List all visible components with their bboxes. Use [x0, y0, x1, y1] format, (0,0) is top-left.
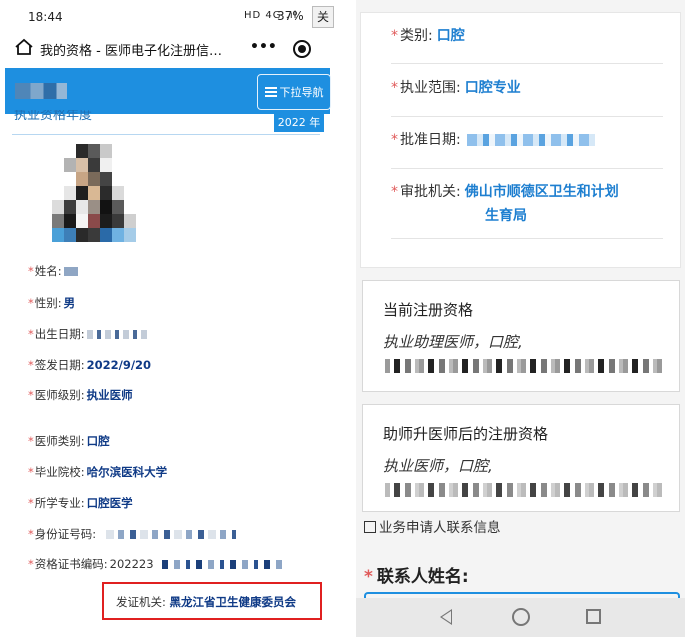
qualification-card: 执业资格年度 2022 年 *姓名: *性别: 男 *出生日期: *签发日期: … — [8, 110, 326, 634]
section-heading: 业务申请人联系信息 — [379, 520, 501, 536]
field-major: *所学专业: 口腔医学 — [28, 496, 133, 510]
field-doctor-level: *医师级别: 执业医师 — [28, 388, 133, 402]
field-certificate-code: *资格证书编码: 202223 — [28, 555, 284, 573]
edit-icon — [364, 521, 376, 533]
home-icon[interactable] — [14, 38, 34, 56]
registration-detail-card: * 类别: 口腔 * 执业范围: 口腔专业 * 批准日期: * 审批机关: 佛山市顺德区卫生和… — [360, 12, 681, 268]
system-navigation-bar — [356, 598, 685, 637]
browser-title-bar: 我的资格 - 医师电子化注册信… ••• — [0, 34, 338, 66]
panel-title: 当前注册资格 — [383, 301, 474, 319]
field-value: 2022/9/20 — [86, 358, 152, 372]
dropdown-nav-label: 下拉导航 — [279, 86, 324, 99]
tab-label: 执业资格年度 — [14, 110, 93, 122]
issuer-field: 发证机关: 黑龙江省卫生健康委员会 — [116, 594, 296, 610]
field-value: 哈尔滨医科大学 — [86, 465, 168, 479]
field-value: 口腔医学 — [86, 496, 133, 510]
field-label: 签发日期: — [34, 358, 85, 372]
issuer-value: 黑龙江省卫生健康委员会 — [169, 595, 297, 609]
row-approval-authority: * 审批机关: 佛山市顺德区卫生和计划 — [391, 184, 619, 200]
home-circle-icon[interactable] — [512, 608, 530, 626]
contact-name-label: * 联系人姓名: — [364, 567, 469, 587]
field-label: 所学专业: — [34, 496, 85, 510]
row-divider — [391, 238, 663, 239]
row-value: 佛山市顺德区卫生和计划 — [464, 184, 619, 200]
field-value: 口腔 — [86, 434, 110, 448]
page-title: 我的资格 - 医师电子化注册信… — [40, 44, 222, 59]
panel-value: 执业医师，口腔, — [383, 457, 493, 475]
field-birthdate: *出生日期: — [28, 325, 147, 343]
row-value: 口腔专业 — [464, 80, 521, 96]
field-label: 姓名: — [34, 264, 62, 278]
recent-apps-icon[interactable] — [586, 609, 601, 624]
field-school: *毕业院校: 哈尔滨医科大学 — [28, 465, 168, 479]
row-value-cont: 生育局 — [485, 208, 527, 224]
field-value: 男 — [63, 296, 76, 310]
back-icon[interactable] — [440, 609, 452, 625]
upgraded-registration-panel: 助师升医师后的注册资格 执业医师，口腔, — [362, 404, 680, 512]
tab-divider — [12, 134, 320, 135]
field-label: 医师级别: — [34, 388, 85, 402]
status-bar: 18:44 HD 4G .ıl 37% 关 — [0, 0, 338, 34]
avatar — [38, 144, 146, 252]
site-header: 下拉导航 — [5, 68, 331, 114]
field-label: 性别: — [34, 296, 62, 310]
issuer-label: 发证机关: — [116, 595, 166, 609]
dropdown-nav-button[interactable]: 下拉导航 — [257, 74, 331, 110]
contact-label-text: 联系人姓名: — [376, 567, 469, 587]
hamburger-icon — [264, 87, 277, 97]
field-name: *姓名: — [28, 262, 78, 280]
row-divider — [391, 116, 663, 117]
row-scope: * 执业范围: 口腔专业 — [391, 80, 521, 96]
redacted-value — [385, 359, 665, 373]
left-phone-screen: 18:44 HD 4G .ıl 37% 关 我的资格 - 医师电子化注册信… •… — [0, 0, 338, 637]
field-issue-date: *签发日期: 2022/9/20 — [28, 358, 152, 372]
panel-value: 执业助理医师，口腔, — [383, 333, 523, 351]
row-label: 审批机关: — [400, 184, 461, 200]
field-label: 医师类别: — [34, 434, 85, 448]
more-menu-button[interactable]: ••• — [250, 39, 277, 57]
row-label: 批准日期: — [400, 132, 461, 148]
target-icon[interactable] — [293, 40, 311, 58]
right-phone-screen: * 类别: 口腔 * 执业范围: 口腔专业 * 批准日期: * 审批机关: 佛山市顺德区卫生和… — [356, 0, 685, 637]
field-value: 202223 — [109, 557, 154, 571]
field-label: 资格证书编码: — [34, 557, 108, 571]
redacted-value — [63, 267, 78, 276]
field-id-number: *身份证号码: — [28, 525, 237, 543]
close-button[interactable]: 关 — [312, 6, 334, 28]
row-label: 执业范围: — [400, 80, 461, 96]
year-badge: 2022 年 — [274, 114, 324, 132]
redacted-value — [466, 134, 595, 146]
redacted-value — [385, 483, 665, 497]
current-registration-panel: 当前注册资格 执业助理医师，口腔, — [362, 280, 680, 392]
applicant-contact-section: 业务申请人联系信息 — [364, 516, 501, 536]
redacted-value — [86, 330, 147, 339]
field-value: 执业医师 — [86, 388, 133, 402]
redacted-value — [155, 560, 284, 569]
field-doctor-category: *医师类别: 口腔 — [28, 434, 110, 448]
row-divider — [391, 63, 663, 64]
battery-level: 37% — [277, 9, 304, 23]
screenshot-stage: 18:44 HD 4G .ıl 37% 关 我的资格 - 医师电子化注册信… •… — [0, 0, 685, 637]
tab-qualification-year[interactable]: 执业资格年度 — [14, 110, 114, 122]
status-time: 18:44 — [28, 10, 63, 24]
row-approval-date: * 批准日期: — [391, 129, 595, 149]
redacted-value — [106, 530, 237, 539]
site-logo — [15, 83, 67, 99]
panel-title: 助师升医师后的注册资格 — [383, 425, 549, 443]
row-divider — [391, 168, 663, 169]
field-label: 毕业院校: — [34, 465, 85, 479]
row-label: 类别: — [400, 28, 433, 44]
field-label: 出生日期: — [34, 327, 85, 341]
row-value: 口腔 — [436, 28, 465, 44]
row-approval-authority-cont: 生育局 — [485, 205, 527, 225]
row-category: * 类别: 口腔 — [391, 28, 465, 44]
field-label: 身份证号码: — [34, 527, 97, 541]
field-gender: *性别: 男 — [28, 296, 76, 310]
